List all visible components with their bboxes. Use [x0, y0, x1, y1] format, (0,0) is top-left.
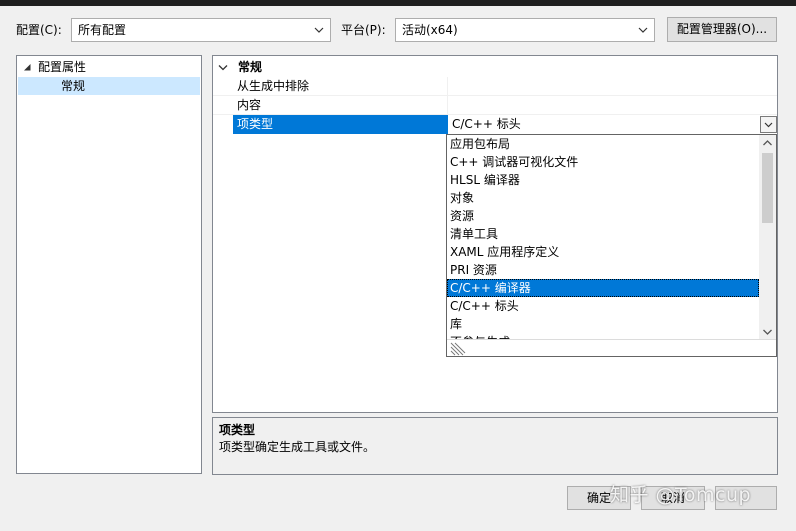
grid-row-value[interactable]	[448, 96, 776, 115]
description-panel: 项类型 项类型确定生成工具或文件。	[212, 417, 778, 475]
item-type-dropdown[interactable]: 应用包布局 C++ 调试器可视化文件 HLSL 编译器 对象 资源 清单工具 XAML 应用…	[446, 134, 777, 357]
description-title: 项类型	[219, 423, 256, 437]
dropdown-list[interactable]: 应用包布局 C++ 调试器可视化文件 HLSL 编译器 对象 资源 清单工具 XAML 应用…	[447, 135, 759, 340]
grid-row-content[interactable]: 内容	[213, 96, 777, 115]
dropdown-item[interactable]: C++ 调试器可视化文件	[447, 153, 759, 171]
config-label: 配置(C):	[16, 23, 62, 37]
scroll-up-arrow-icon[interactable]	[759, 135, 776, 152]
property-tree: 配置属性 常规	[16, 55, 202, 474]
grid-row-value[interactable]	[448, 77, 776, 96]
category-label: 常规	[238, 60, 263, 74]
tree-item-label: 常规	[61, 79, 86, 93]
tree-item-config-properties[interactable]: 配置属性	[23, 58, 86, 76]
dropdown-item[interactable]: PRI 资源	[447, 261, 759, 279]
config-select-value: 所有配置	[78, 23, 127, 37]
dropdown-item[interactable]: HLSL 编译器	[447, 171, 759, 189]
config-manager-button[interactable]: 配置管理器(O)...	[667, 17, 777, 42]
dropdown-item[interactable]: C/C++ 标头	[447, 297, 759, 315]
dropdown-item[interactable]: C/C++ 编译器	[447, 279, 759, 297]
resize-grip-bar	[447, 339, 776, 356]
watermark: 知乎 @Tomcup	[610, 484, 752, 506]
scroll-thumb[interactable]	[762, 153, 773, 223]
tree-item-general[interactable]: 常规	[18, 77, 200, 95]
platform-select-value: 活动(x64)	[402, 23, 458, 37]
dropdown-scrollbar[interactable]	[759, 135, 776, 340]
grid-row-name: 内容	[233, 96, 448, 115]
grid-row-name: 项类型	[233, 115, 448, 134]
chevron-down-icon[interactable]	[218, 64, 228, 72]
platform-select[interactable]: 活动(x64)	[395, 18, 655, 42]
tree-item-label: 配置属性	[38, 60, 87, 74]
dropdown-item[interactable]: 对象	[447, 189, 759, 207]
dropdown-item[interactable]: XAML 应用程序定义	[447, 243, 759, 261]
dropdown-item[interactable]: 清单工具	[447, 225, 759, 243]
resize-grip-icon[interactable]	[449, 340, 466, 356]
dropdown-item[interactable]: 应用包布局	[447, 135, 759, 153]
grid-row-name: 从生成中排除	[233, 77, 448, 96]
item-type-value[interactable]: C/C++ 标头	[448, 115, 760, 134]
expanded-triangle-icon[interactable]	[23, 63, 32, 72]
config-select[interactable]: 所有配置	[71, 18, 331, 42]
title-bar-strip	[0, 0, 796, 6]
grid-category-general[interactable]: 常规	[213, 58, 777, 77]
chevron-down-icon	[638, 27, 648, 33]
scroll-down-arrow-icon[interactable]	[759, 323, 776, 340]
dropdown-item[interactable]: 库	[447, 315, 759, 333]
platform-label: 平台(P):	[341, 23, 386, 37]
dropdown-item[interactable]: 资源	[447, 207, 759, 225]
chevron-down-icon	[314, 27, 324, 33]
chevron-down-icon	[764, 122, 773, 128]
item-type-dropdown-button[interactable]	[760, 116, 777, 133]
description-text: 项类型确定生成工具或文件。	[219, 440, 376, 454]
grid-row-exclude[interactable]: 从生成中排除	[213, 77, 777, 96]
grid-row-item-type[interactable]: 项类型 C/C++ 标头	[213, 115, 777, 134]
